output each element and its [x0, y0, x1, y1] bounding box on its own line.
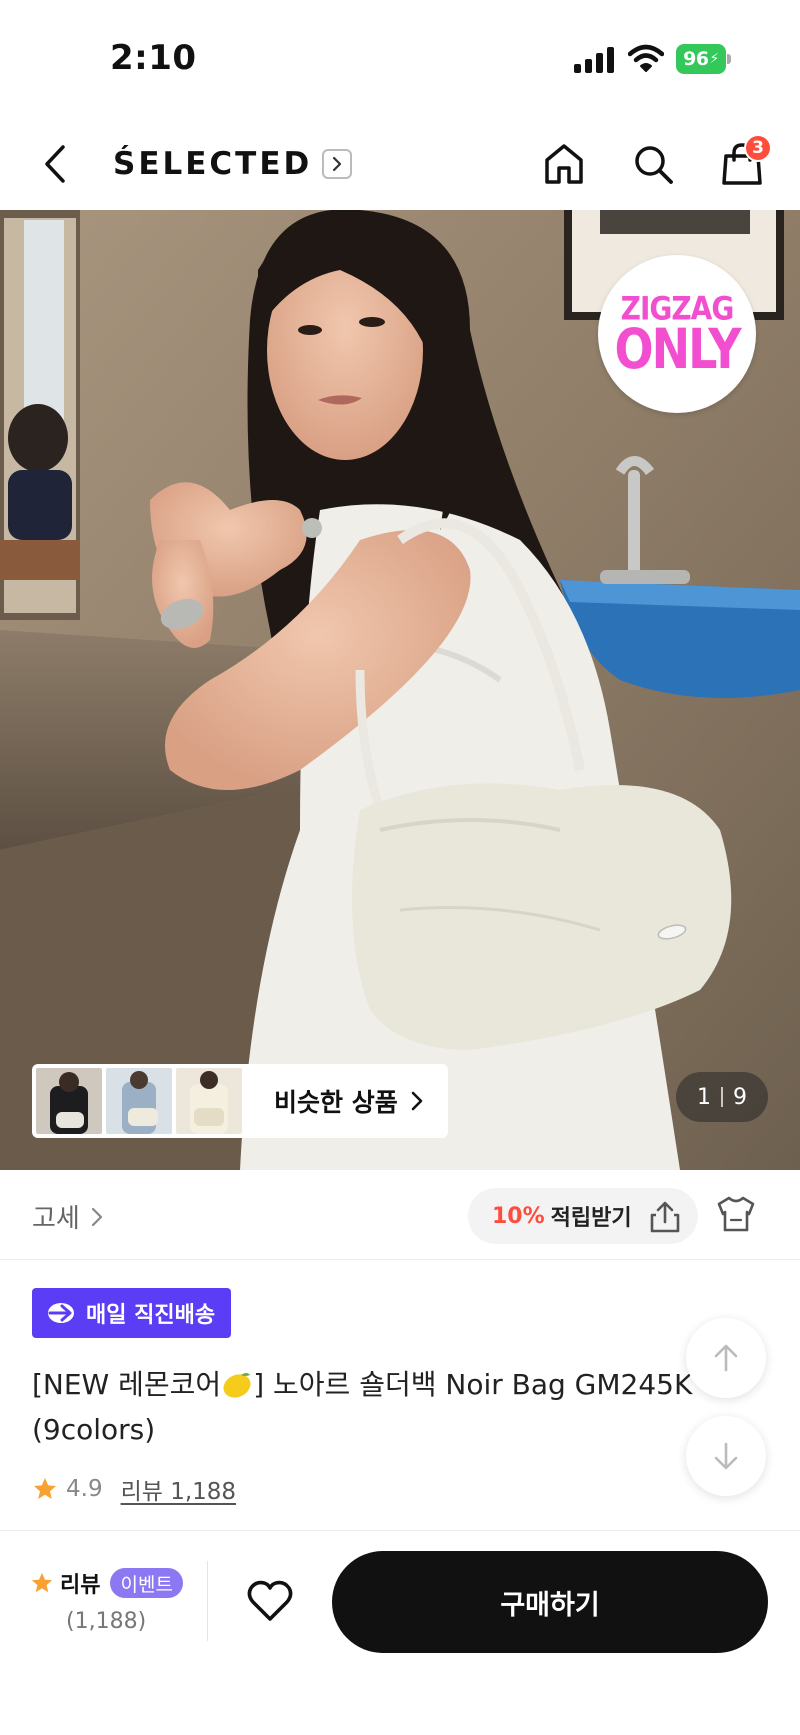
lemon-emoji-icon	[223, 1373, 251, 1398]
similar-products-label: 비슷한 상품	[274, 1088, 398, 1117]
page-current: 1	[697, 1084, 711, 1110]
home-icon	[545, 144, 583, 184]
size-fit-button[interactable]	[710, 1188, 762, 1240]
search-icon	[635, 146, 673, 184]
star-icon	[34, 1478, 56, 1499]
bottom-review-count: (1,188)	[66, 1609, 147, 1634]
event-badge: 이벤트	[110, 1568, 183, 1598]
title-part1: [NEW 레몬코어	[32, 1368, 222, 1401]
similar-products-button[interactable]: 비슷한 상품	[32, 1064, 448, 1138]
product-title: [NEW 레몬코어 ] 노아르 숄더백 Noir Bag GM245K (9col…	[32, 1362, 712, 1452]
cellular-signal-icon	[574, 47, 616, 73]
store-name: 고세	[32, 1204, 80, 1234]
brand-link[interactable]: ŚELECTED	[113, 144, 353, 184]
chevron-right-icon	[91, 1207, 102, 1226]
wishlist-button[interactable]	[240, 1571, 300, 1631]
bottom-action-bar: 리뷰 이벤트 (1,188) 구매하기	[0, 1530, 800, 1735]
cart-button[interactable]: 3	[716, 134, 772, 190]
title-line2: (9colors)	[32, 1413, 156, 1446]
star-icon	[31, 1572, 53, 1593]
status-time: 2:10	[110, 38, 197, 78]
wifi-icon	[628, 44, 664, 72]
divider	[207, 1561, 208, 1641]
points-share-button[interactable]: 10% 적립받기	[468, 1188, 698, 1244]
title-part2: ] 노아르 숄더백 Noir Bag GM245K	[253, 1368, 693, 1401]
similar-thumb	[36, 1068, 102, 1134]
rating-score: 4.9	[66, 1476, 103, 1502]
status-bar: 2:10 96 ⚡	[0, 0, 800, 118]
lightning-delivery-icon	[48, 1303, 74, 1323]
points-percent: 10%	[492, 1203, 545, 1229]
chevron-right-icon	[411, 1091, 423, 1111]
scroll-up-button[interactable]	[686, 1318, 766, 1398]
cart-count-badge: 3	[744, 134, 772, 162]
points-label: 적립받기	[550, 1206, 632, 1231]
battery-level: 96	[683, 48, 709, 70]
product-image-carousel[interactable]: ZIGZAG ONLY 비슷한 상품 1 9	[0, 210, 800, 1170]
similar-thumb	[106, 1068, 172, 1134]
image-page-indicator: 1 9	[676, 1072, 768, 1122]
top-nav-header: ŚELECTED 3	[0, 118, 800, 210]
back-icon	[45, 145, 65, 183]
arrow-down-icon	[714, 1442, 738, 1470]
buy-button[interactable]: 구매하기	[332, 1551, 768, 1653]
daily-direct-delivery-badge: 매일 직진배송	[32, 1288, 232, 1338]
store-info-bar: 고세 10% 적립받기	[0, 1170, 800, 1260]
back-button[interactable]	[30, 138, 82, 190]
home-button[interactable]	[538, 138, 590, 190]
arrow-up-icon	[714, 1344, 738, 1372]
delivery-badge-label: 매일 직진배송	[86, 1303, 216, 1328]
heart-icon	[247, 1580, 293, 1621]
bottom-review-label: 리뷰	[60, 1573, 101, 1598]
bottom-review-button[interactable]: 리뷰 이벤트 (1,188)	[30, 1567, 200, 1634]
chevron-right-icon	[322, 149, 353, 179]
fit-body-icon	[717, 1196, 755, 1232]
zigzag-only-badge: ZIGZAG ONLY	[598, 255, 756, 413]
search-button[interactable]	[627, 138, 679, 190]
review-link[interactable]: 리뷰 1,188	[121, 1472, 236, 1506]
brand-name: ŚELECTED	[113, 146, 313, 182]
badge-line2: ONLY	[614, 316, 741, 382]
battery-icon: 96 ⚡	[676, 44, 732, 74]
share-icon	[650, 1201, 680, 1233]
scroll-down-button[interactable]	[686, 1416, 766, 1496]
similar-thumb	[176, 1068, 242, 1134]
rating-row: 4.9 리뷰 1,188	[32, 1472, 236, 1506]
page-total: 9	[733, 1084, 747, 1110]
store-link[interactable]: 고세	[32, 1198, 104, 1235]
